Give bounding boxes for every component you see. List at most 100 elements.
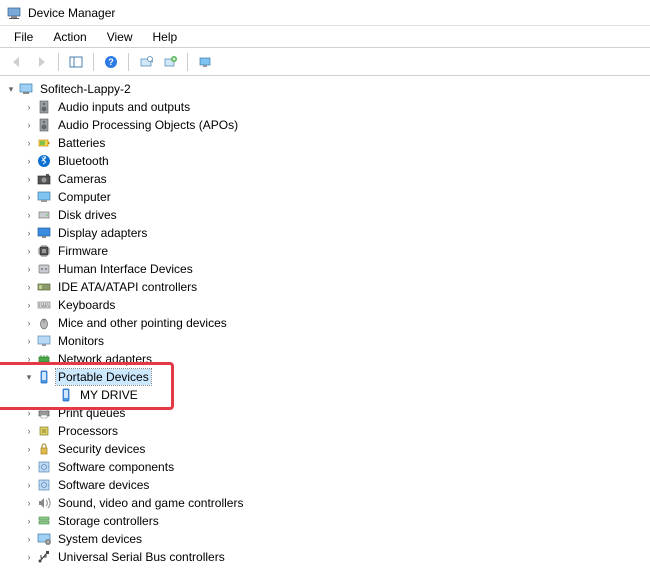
tree-category-label: Batteries <box>56 135 107 151</box>
camera-icon <box>36 171 52 187</box>
menu-file[interactable]: File <box>4 28 43 46</box>
tree-arrow-none <box>44 388 58 402</box>
forward-button[interactable] <box>30 51 52 73</box>
tree-category[interactable]: › Universal Serial Bus controllers <box>0 548 650 566</box>
tree-device-label: MY DRIVE <box>78 387 140 403</box>
svg-text:?: ? <box>108 57 114 67</box>
printer-icon <box>36 405 52 421</box>
back-button[interactable] <box>6 51 28 73</box>
tree-category[interactable]: › Keyboards <box>0 296 650 314</box>
tree-category[interactable]: › Audio Processing Objects (APOs) <box>0 116 650 134</box>
titlebar: Device Manager <box>0 0 650 26</box>
tree-category[interactable]: › Human Interface Devices <box>0 260 650 278</box>
tree-arrow-collapsed[interactable]: › <box>22 118 36 132</box>
show-hide-tree-button[interactable] <box>65 51 87 73</box>
tree-category-label: Display adapters <box>56 225 149 241</box>
tree-arrow-collapsed[interactable]: › <box>22 244 36 258</box>
tree-category-label: Cameras <box>56 171 109 187</box>
battery-icon <box>36 135 52 151</box>
tree-category[interactable]: › Display adapters <box>0 224 650 242</box>
tree-arrow-expanded[interactable]: ▾ <box>22 370 36 384</box>
computer-button[interactable] <box>194 51 216 73</box>
tree-category[interactable]: › Firmware <box>0 242 650 260</box>
tree-arrow-collapsed[interactable]: › <box>22 298 36 312</box>
tree-category[interactable]: › Processors <box>0 422 650 440</box>
display-icon <box>36 225 52 241</box>
tree-arrow-collapsed[interactable]: › <box>22 478 36 492</box>
tree-category[interactable]: ▾ Portable Devices <box>0 368 650 386</box>
tree-category[interactable]: › Monitors <box>0 332 650 350</box>
toolbar-separator <box>128 53 129 71</box>
toolbar-separator <box>58 53 59 71</box>
tree-arrow-collapsed[interactable]: › <box>22 100 36 114</box>
tree-arrow-collapsed[interactable]: › <box>22 496 36 510</box>
tree-category[interactable]: › Print queues <box>0 404 650 422</box>
tree-category[interactable]: › Security devices <box>0 440 650 458</box>
tree-arrow-collapsed[interactable]: › <box>22 352 36 366</box>
tree-arrow-expanded[interactable]: ▾ <box>4 82 18 96</box>
tree-category-label: Monitors <box>56 333 106 349</box>
tree-arrow-collapsed[interactable]: › <box>22 442 36 456</box>
tree-category-label: Audio Processing Objects (APOs) <box>56 117 240 133</box>
tree-category[interactable]: › Batteries <box>0 134 650 152</box>
menubar: File Action View Help <box>0 26 650 48</box>
portable-icon <box>58 387 74 403</box>
mouse-icon <box>36 315 52 331</box>
tree-category[interactable]: › Software devices <box>0 476 650 494</box>
tree-category[interactable]: › Mice and other pointing devices <box>0 314 650 332</box>
tree-category[interactable]: › System devices <box>0 530 650 548</box>
tree-category-label: Processors <box>56 423 120 439</box>
tree-arrow-collapsed[interactable]: › <box>22 514 36 528</box>
add-hardware-button[interactable] <box>159 51 181 73</box>
tree-category[interactable]: › Sound, video and game controllers <box>0 494 650 512</box>
tree-category-label: Disk drives <box>56 207 119 223</box>
tree-arrow-collapsed[interactable]: › <box>22 424 36 438</box>
tree-arrow-collapsed[interactable]: › <box>22 460 36 474</box>
tree-category[interactable]: › Network adapters <box>0 350 650 368</box>
device-tree[interactable]: ▾ Sofitech-Lappy-2 › Audio inputs and ou… <box>0 76 650 570</box>
tree-category[interactable]: › Disk drives <box>0 206 650 224</box>
tree-root[interactable]: ▾ Sofitech-Lappy-2 <box>0 80 650 98</box>
tree-arrow-collapsed[interactable]: › <box>22 208 36 222</box>
tree-category-label: Bluetooth <box>56 153 111 169</box>
menu-view[interactable]: View <box>97 28 143 46</box>
tree-arrow-collapsed[interactable]: › <box>22 262 36 276</box>
tree-category[interactable]: › IDE ATA/ATAPI controllers <box>0 278 650 296</box>
tree-device[interactable]: MY DRIVE <box>0 386 650 404</box>
usb-icon <box>36 549 52 565</box>
tree-category-label: Human Interface Devices <box>56 261 195 277</box>
system-icon <box>36 531 52 547</box>
tree-arrow-collapsed[interactable]: › <box>22 532 36 546</box>
tree-category[interactable]: › Cameras <box>0 170 650 188</box>
tree-arrow-collapsed[interactable]: › <box>22 280 36 294</box>
scan-hardware-button[interactable] <box>135 51 157 73</box>
tree-category-label: Firmware <box>56 243 110 259</box>
software-icon <box>36 477 52 493</box>
tree-category-label: Print queues <box>56 405 127 421</box>
tree-arrow-collapsed[interactable]: › <box>22 316 36 330</box>
tree-arrow-collapsed[interactable]: › <box>22 172 36 186</box>
tree-category[interactable]: › Software components <box>0 458 650 476</box>
tree-category[interactable]: › Computer <box>0 188 650 206</box>
tree-arrow-collapsed[interactable]: › <box>22 136 36 150</box>
toolbar-separator <box>93 53 94 71</box>
tree-arrow-collapsed[interactable]: › <box>22 406 36 420</box>
tree-arrow-collapsed[interactable]: › <box>22 550 36 564</box>
app-icon <box>6 5 22 21</box>
tree-category[interactable]: › Audio inputs and outputs <box>0 98 650 116</box>
speaker-icon <box>36 99 52 115</box>
tree-category-label: IDE ATA/ATAPI controllers <box>56 279 199 295</box>
tree-arrow-collapsed[interactable]: › <box>22 154 36 168</box>
window-title: Device Manager <box>28 6 115 20</box>
tree-category-label: Software devices <box>56 477 151 493</box>
menu-action[interactable]: Action <box>43 28 96 46</box>
tree-category[interactable]: › Storage controllers <box>0 512 650 530</box>
tree-category-label: Network adapters <box>56 351 154 367</box>
tree-category[interactable]: › Bluetooth <box>0 152 650 170</box>
tree-arrow-collapsed[interactable]: › <box>22 226 36 240</box>
tree-arrow-collapsed[interactable]: › <box>22 334 36 348</box>
tree-arrow-collapsed[interactable]: › <box>22 190 36 204</box>
help-button[interactable]: ? <box>100 51 122 73</box>
computer-icon <box>18 81 34 97</box>
menu-help[interactable]: Help <box>143 28 188 46</box>
